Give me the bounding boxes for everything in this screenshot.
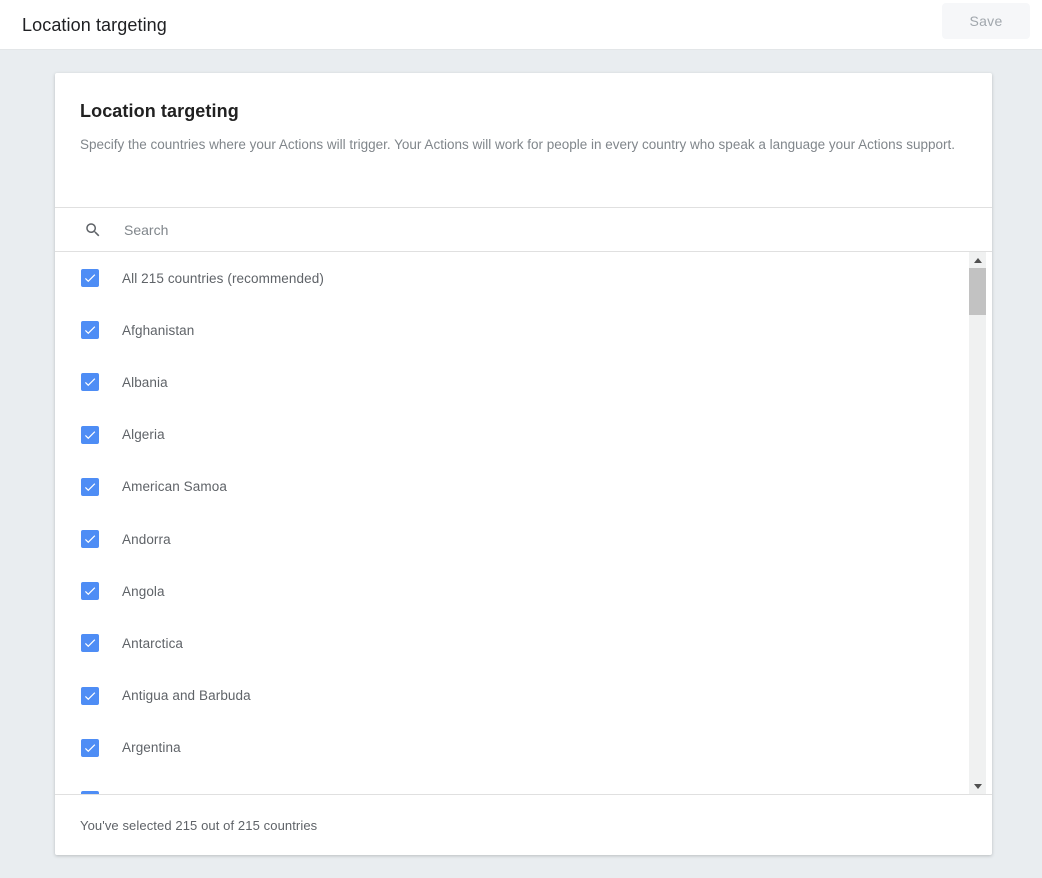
country-checkbox[interactable]	[81, 687, 99, 705]
search-input[interactable]	[124, 220, 967, 240]
country-row[interactable]: Argentina	[55, 722, 992, 774]
checkmark-icon	[83, 636, 97, 650]
card-header: Location targeting Specify the countries…	[55, 73, 992, 207]
checkmark-icon	[83, 375, 97, 389]
country-row[interactable]: American Samoa	[55, 461, 992, 513]
country-checkbox[interactable]	[81, 426, 99, 444]
search-bar	[55, 207, 992, 252]
country-label: Angola	[122, 584, 165, 599]
country-checkbox[interactable]	[81, 269, 99, 287]
checkmark-icon	[83, 532, 97, 546]
scroll-up-button[interactable]	[969, 252, 986, 267]
country-row[interactable]: Antarctica	[55, 617, 992, 669]
country-row[interactable]: Angola	[55, 565, 992, 617]
checkmark-icon	[83, 793, 97, 794]
scroll-down-button[interactable]	[969, 779, 986, 794]
country-checkbox[interactable]	[81, 373, 99, 391]
country-row[interactable]: Albania	[55, 356, 992, 408]
country-label: Argentina	[122, 740, 181, 755]
search-icon	[84, 221, 102, 239]
country-row[interactable]	[55, 774, 992, 794]
country-label: Antarctica	[122, 636, 183, 651]
location-targeting-card: Location targeting Specify the countries…	[55, 73, 992, 855]
country-label: Algeria	[122, 427, 165, 442]
card-description: Specify the countries where your Actions…	[80, 135, 967, 155]
country-label: Afghanistan	[122, 323, 194, 338]
country-checkbox[interactable]	[81, 530, 99, 548]
scrollbar[interactable]	[969, 252, 986, 794]
country-checkbox[interactable]	[81, 739, 99, 757]
country-checkbox[interactable]	[81, 634, 99, 652]
checkmark-icon	[83, 271, 97, 285]
country-label: All 215 countries (recommended)	[122, 271, 324, 286]
down-arrow-icon	[974, 784, 982, 789]
checkmark-icon	[83, 323, 97, 337]
up-arrow-icon	[974, 258, 982, 263]
country-row[interactable]: Afghanistan	[55, 304, 992, 356]
country-label: Albania	[122, 375, 168, 390]
country-row[interactable]: Algeria	[55, 409, 992, 461]
checkmark-icon	[83, 741, 97, 755]
country-checkbox[interactable]	[81, 321, 99, 339]
country-row[interactable]: All 215 countries (recommended)	[55, 252, 992, 304]
checkmark-icon	[83, 428, 97, 442]
country-label: Andorra	[122, 532, 171, 547]
topbar: Location targeting Save	[0, 0, 1042, 50]
country-checkbox[interactable]	[81, 791, 99, 794]
selection-status: You've selected 215 out of 215 countries	[80, 818, 317, 833]
page-title: Location targeting	[22, 0, 167, 50]
checkmark-icon	[83, 480, 97, 494]
card-title: Location targeting	[80, 101, 967, 122]
country-list: All 215 countries (recommended) Afghanis…	[55, 252, 992, 794]
checkmark-icon	[83, 584, 97, 598]
country-checkbox[interactable]	[81, 582, 99, 600]
scroll-thumb[interactable]	[969, 268, 986, 315]
checkmark-icon	[83, 689, 97, 703]
card-footer: You've selected 215 out of 215 countries	[55, 794, 992, 855]
save-button[interactable]: Save	[942, 3, 1030, 39]
country-checkbox[interactable]	[81, 478, 99, 496]
country-row[interactable]: Andorra	[55, 513, 992, 565]
country-label: American Samoa	[122, 479, 227, 494]
country-label: Antigua and Barbuda	[122, 688, 251, 703]
country-row[interactable]: Antigua and Barbuda	[55, 670, 992, 722]
